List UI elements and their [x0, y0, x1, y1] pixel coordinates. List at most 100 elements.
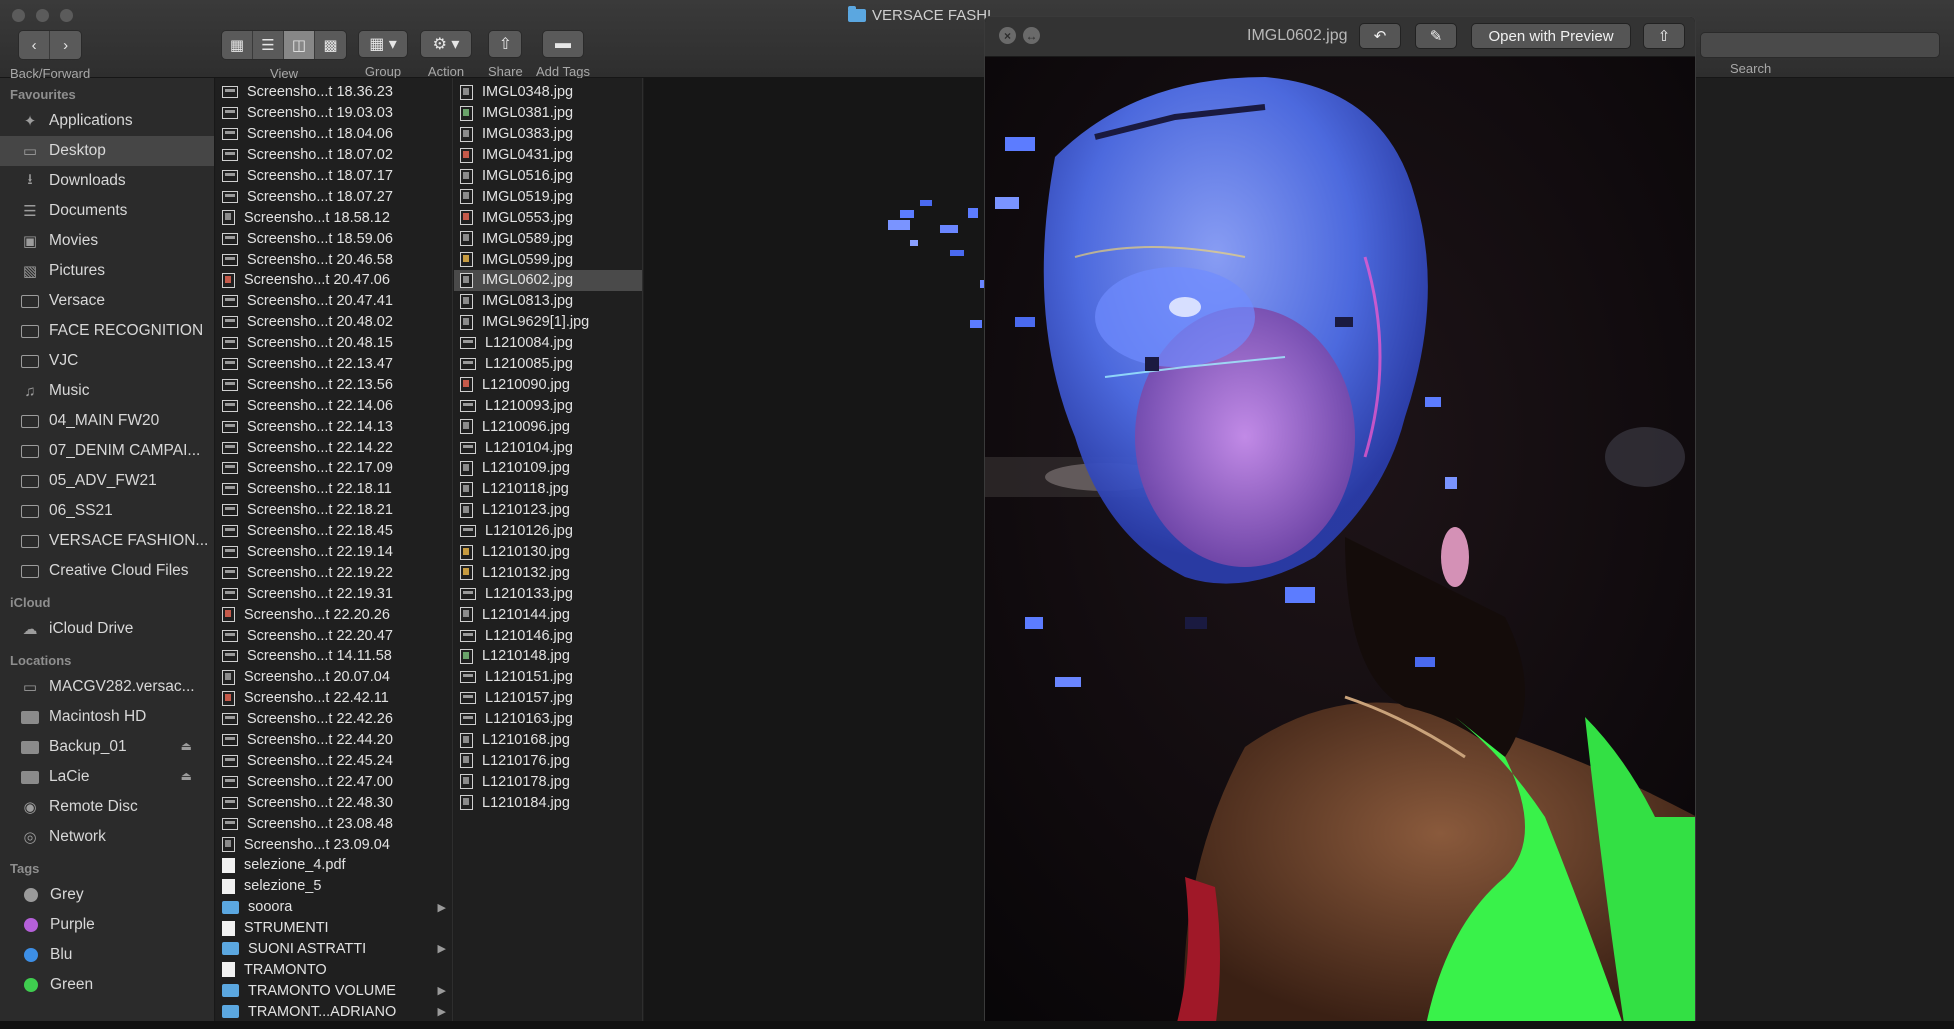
file-row[interactable]: IMGL9629[1].jpg: [454, 312, 642, 333]
sidebar-item-pictures[interactable]: ▧ Pictures: [0, 256, 214, 286]
file-row[interactable]: selezione_5: [216, 876, 452, 897]
file-row[interactable]: L1210132.jpg: [454, 562, 642, 583]
file-row[interactable]: Screensho...t 22.18.21: [216, 500, 452, 521]
file-row[interactable]: L1210168.jpg: [454, 730, 642, 751]
rotate-button[interactable]: ↶: [1359, 23, 1401, 49]
file-row[interactable]: Screensho...t 22.19.31: [216, 583, 452, 604]
file-row[interactable]: L1210176.jpg: [454, 751, 642, 772]
sidebar-item-icloud-drive[interactable]: ☁ iCloud Drive: [0, 614, 214, 644]
sidebar-item-vjc[interactable]: VJC: [0, 346, 214, 376]
sidebar-item-macintosh-hd[interactable]: Macintosh HD: [0, 702, 214, 732]
sidebar-item-versace[interactable]: Versace: [0, 286, 214, 316]
sidebar-item-applications[interactable]: ✦ Applications: [0, 106, 214, 136]
file-row[interactable]: L1210151.jpg: [454, 667, 642, 688]
file-row[interactable]: Screensho...t 22.14.22: [216, 437, 452, 458]
sidebar-item-green[interactable]: Green: [0, 970, 214, 1000]
file-row[interactable]: Screensho...t 19.03.03: [216, 103, 452, 124]
file-row[interactable]: IMGL0383.jpg: [454, 124, 642, 145]
close-window-button[interactable]: [12, 9, 25, 22]
file-row[interactable]: L1210090.jpg: [454, 374, 642, 395]
open-with-preview-button[interactable]: Open with Preview: [1471, 23, 1631, 49]
sidebar-item-lacie[interactable]: LaCie ⏏: [0, 762, 214, 792]
desktop-column[interactable]: Screensho...t 18.36.23 Screensho...t 19.0…: [216, 78, 453, 1029]
fullscreen-icon[interactable]: ↔: [1023, 27, 1040, 44]
sidebar-item-desktop[interactable]: ▭ Desktop: [0, 136, 214, 166]
file-row[interactable]: Screensho...t 22.42.11: [216, 688, 452, 709]
file-row[interactable]: L1210157.jpg: [454, 688, 642, 709]
file-row[interactable]: Screensho...t 22.19.14: [216, 542, 452, 563]
eject-icon[interactable]: ⏏: [181, 739, 192, 753]
sidebar-item-music[interactable]: ♫ Music: [0, 376, 214, 406]
file-row[interactable]: Screensho...t 18.07.02: [216, 145, 452, 166]
file-row[interactable]: TRAMONTO: [216, 959, 452, 980]
sidebar-item-movies[interactable]: ▣ Movies: [0, 226, 214, 256]
share-button-quicklook[interactable]: ⇧: [1643, 23, 1685, 49]
file-row[interactable]: L1210184.jpg: [454, 792, 642, 813]
sidebar-item-backup-01[interactable]: Backup_01 ⏏: [0, 732, 214, 762]
file-row[interactable]: Screensho...t 18.07.17: [216, 166, 452, 187]
search-input[interactable]: [1700, 32, 1940, 58]
file-row[interactable]: Screensho...t 20.46.58: [216, 249, 452, 270]
file-row[interactable]: selezione_4.pdf: [216, 855, 452, 876]
file-row[interactable]: Screensho...t 22.19.22: [216, 562, 452, 583]
file-row[interactable]: L1210096.jpg: [454, 416, 642, 437]
file-row[interactable]: L1210104.jpg: [454, 437, 642, 458]
file-row[interactable]: Screensho...t 22.42.26: [216, 709, 452, 730]
file-row[interactable]: SUONI ASTRATTI ▶: [216, 939, 452, 960]
file-row[interactable]: Screensho...t 18.59.06: [216, 228, 452, 249]
file-row[interactable]: Screensho...t 22.47.00: [216, 771, 452, 792]
file-row[interactable]: L1210130.jpg: [454, 542, 642, 563]
file-row[interactable]: L1210144.jpg: [454, 604, 642, 625]
group-button[interactable]: ▦ ▾: [358, 30, 408, 58]
file-row[interactable]: Screensho...t 18.36.23: [216, 82, 452, 103]
file-row[interactable]: IMGL0553.jpg: [454, 207, 642, 228]
sidebar-item-documents[interactable]: ☰ Documents: [0, 196, 214, 226]
file-row[interactable]: TRAMONT...ADRIANO ▶: [216, 1001, 452, 1022]
file-row[interactable]: Screensho...t 22.45.24: [216, 751, 452, 772]
file-row[interactable]: Screensho...t 22.18.11: [216, 479, 452, 500]
file-row[interactable]: Screensho...t 20.48.02: [216, 312, 452, 333]
sidebar-item-remote-disc[interactable]: ◉ Remote Disc: [0, 792, 214, 822]
file-row[interactable]: L1210163.jpg: [454, 709, 642, 730]
file-row[interactable]: sooora ▶: [216, 897, 452, 918]
file-row[interactable]: Screensho...t 18.04.06: [216, 124, 452, 145]
sidebar-item-versace-fashion[interactable]: VERSACE FASHION...: [0, 526, 214, 556]
file-row[interactable]: Screensho...t 22.13.56: [216, 374, 452, 395]
markup-button[interactable]: ✎: [1415, 23, 1457, 49]
file-row[interactable]: Screensho...t 18.58.12: [216, 207, 452, 228]
file-row[interactable]: Screensho...t 22.18.45: [216, 521, 452, 542]
file-row[interactable]: Screensho...t 22.20.26: [216, 604, 452, 625]
file-row[interactable]: IMGL0589.jpg: [454, 228, 642, 249]
file-row[interactable]: IMGL0602.jpg: [454, 270, 642, 291]
chevron-right-icon[interactable]: ›: [50, 31, 82, 59]
file-row[interactable]: STRUMENTI: [216, 918, 452, 939]
file-row[interactable]: Screensho...t 20.07.04: [216, 667, 452, 688]
file-row[interactable]: L1210133.jpg: [454, 583, 642, 604]
add-tags-button[interactable]: ▬: [541, 30, 584, 58]
sidebar-item-creative-cloud-files[interactable]: Creative Cloud Files: [0, 556, 214, 586]
file-row[interactable]: Screensho...t 23.09.04: [216, 834, 452, 855]
file-row[interactable]: L1210178.jpg: [454, 771, 642, 792]
file-row[interactable]: L1210123.jpg: [454, 500, 642, 521]
sidebar-item-face-recognition[interactable]: FACE RECOGNITION: [0, 316, 214, 346]
zoom-window-button[interactable]: [60, 9, 73, 22]
sidebar-item-04-main-fw20[interactable]: 04_MAIN FW20: [0, 406, 214, 436]
column-view-icon[interactable]: ◫: [284, 31, 315, 59]
file-row[interactable]: Screensho...t 22.48.30: [216, 792, 452, 813]
sidebar-item-06-ss21[interactable]: 06_SS21: [0, 496, 214, 526]
file-row[interactable]: Screensho...t 22.17.09: [216, 458, 452, 479]
file-row[interactable]: L1210084.jpg: [454, 333, 642, 354]
file-row[interactable]: Screensho...t 22.14.06: [216, 395, 452, 416]
gallery-view-icon[interactable]: ▩: [315, 31, 346, 59]
file-row[interactable]: L1210118.jpg: [454, 479, 642, 500]
folder-column[interactable]: IMGL0348.jpg IMGL0381.jpg IMGL0383.jpg IMGL…: [454, 78, 643, 1029]
file-row[interactable]: IMGL0599.jpg: [454, 249, 642, 270]
file-row[interactable]: IMGL0431.jpg: [454, 145, 642, 166]
share-button[interactable]: ⇧: [488, 30, 523, 58]
list-view-icon[interactable]: ☰: [253, 31, 284, 59]
file-row[interactable]: L1210126.jpg: [454, 521, 642, 542]
file-row[interactable]: Screensho...t 23.08.48: [216, 813, 452, 834]
file-row[interactable]: Screensho...t 22.13.47: [216, 354, 452, 375]
chevron-left-icon[interactable]: ‹: [19, 31, 51, 59]
sidebar-item-grey[interactable]: Grey: [0, 880, 214, 910]
